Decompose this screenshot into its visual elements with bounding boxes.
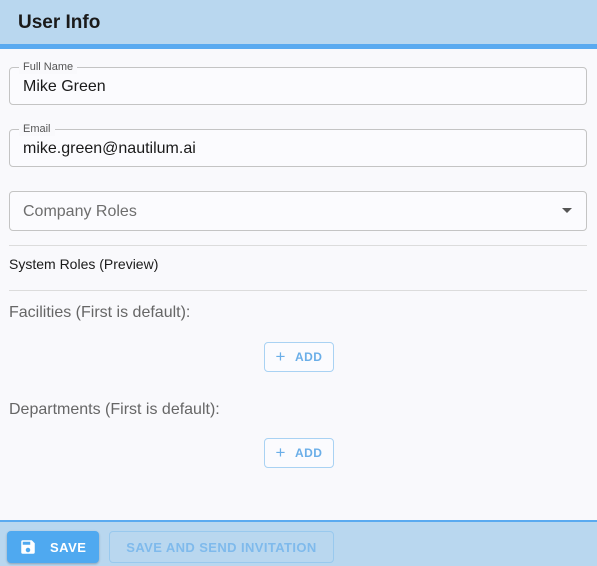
facilities-label: Facilities (First is default): [9, 304, 191, 321]
company-roles-placeholder: Company Roles [23, 203, 137, 220]
departments-label: Departments (First is default): [9, 401, 220, 418]
save-button[interactable]: SAVE [7, 531, 99, 563]
save-button-label: SAVE [50, 539, 87, 555]
add-facility-label: ADD [294, 350, 323, 364]
user-info-form: Full Name Mike Green Email mike.green@na… [0, 49, 597, 520]
save-and-send-invitation-button[interactable]: SAVE AND SEND INVITATION [109, 531, 334, 563]
full-name-label: Full Name [19, 60, 78, 74]
add-facility-button[interactable]: + ADD [264, 342, 334, 372]
floppy-disk-icon [21, 540, 35, 554]
system-roles-label: System Roles (Preview) [9, 256, 159, 272]
full-name-field[interactable]: Full Name Mike Green [9, 60, 587, 105]
dialog-header: User Info [0, 0, 597, 49]
company-roles-select[interactable]: Company Roles [9, 191, 587, 231]
add-department-label: ADD [294, 446, 323, 460]
divider [9, 290, 587, 291]
chevron-down-icon[interactable] [562, 208, 572, 213]
dialog-title: User Info [18, 12, 101, 33]
dialog-footer: SAVE SAVE AND SEND INVITATION [0, 520, 597, 566]
email-label: Email [19, 122, 55, 136]
email-field[interactable]: Email mike.green@nautilum.ai [9, 122, 587, 167]
plus-icon: + [275, 347, 286, 366]
add-department-button[interactable]: + ADD [264, 438, 334, 468]
full-name-value[interactable]: Mike Green [23, 77, 106, 97]
divider [9, 245, 587, 246]
save-and-send-invitation-label: SAVE AND SEND INVITATION [126, 539, 317, 555]
plus-icon: + [275, 443, 286, 462]
email-value[interactable]: mike.green@nautilum.ai [23, 139, 196, 159]
